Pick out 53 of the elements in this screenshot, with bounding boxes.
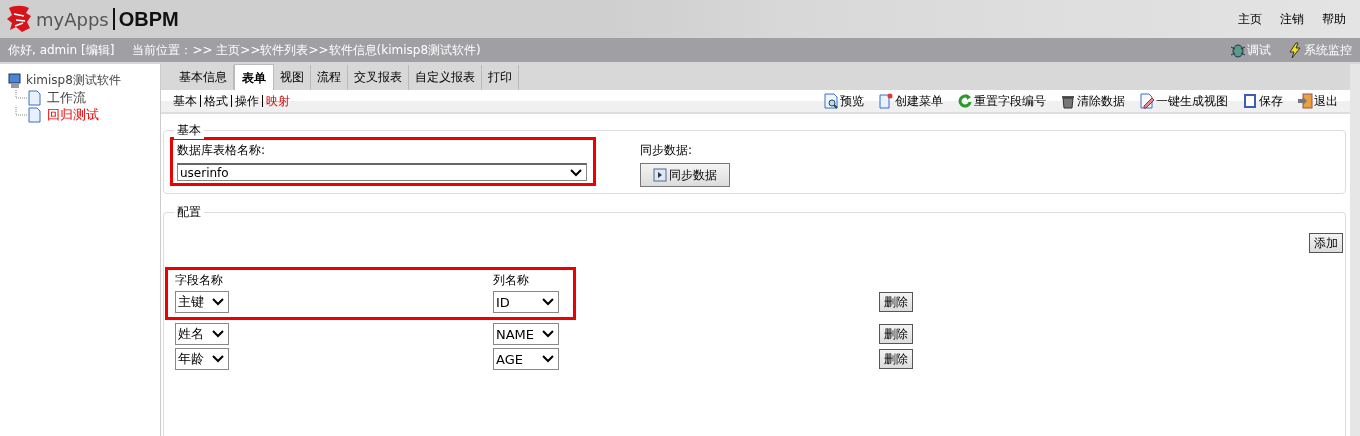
toolbar-button[interactable]: 预览 <box>823 92 864 110</box>
add-button[interactable]: 添加 <box>1309 233 1343 253</box>
delete-button[interactable]: 删除 <box>879 324 913 344</box>
sub-tab[interactable]: 映射 <box>263 95 293 107</box>
toolbar-button[interactable]: 退出 <box>1297 92 1338 110</box>
logo-icon <box>6 4 34 34</box>
product-name: OBPM <box>118 7 179 31</box>
lightning-icon <box>1287 42 1303 58</box>
header-link[interactable]: 主页 <box>1238 10 1262 28</box>
toolbar-button[interactable]: 清除数据 <box>1060 92 1125 110</box>
document-pencil-icon <box>1139 93 1155 109</box>
column-header: 列名称 <box>493 272 530 289</box>
delete-button[interactable]: 删除 <box>879 292 913 312</box>
greeting-text: 你好, admin [编辑] <box>8 41 115 59</box>
door-arrow-icon <box>1297 93 1313 109</box>
sync-button[interactable]: 同步数据 <box>640 163 730 187</box>
column-select[interactable]: ID <box>493 291 559 313</box>
toolbar-button[interactable]: 一键生成视图 <box>1139 92 1228 110</box>
table-select[interactable]: userinfo <box>177 163 587 181</box>
field-select[interactable]: 主键 <box>175 291 229 313</box>
header-link[interactable]: 注销 <box>1280 10 1304 28</box>
field-select[interactable]: 姓名 <box>175 323 229 345</box>
column-select[interactable]: AGE <box>493 348 559 370</box>
tree-item[interactable]: kimisp8测试软件 <box>26 72 121 89</box>
toolbar-button[interactable]: 保存 <box>1242 92 1283 110</box>
field-label: 数据库表格名称: <box>177 142 267 159</box>
circular-arrow-icon <box>957 93 973 109</box>
delete-button[interactable]: 删除 <box>879 349 913 369</box>
sub-tab[interactable]: 操作 <box>232 95 263 107</box>
toolbar-button[interactable]: 重置字段编号 <box>957 92 1046 110</box>
document-new-icon <box>878 93 894 109</box>
tab[interactable]: 表单 <box>234 64 274 90</box>
tree-item[interactable]: 工作流 <box>47 88 86 107</box>
tree-item[interactable]: 回归测试 <box>47 105 99 124</box>
computer-icon <box>8 72 22 89</box>
column-select[interactable]: NAME <box>493 323 559 345</box>
bug-icon <box>1230 42 1246 58</box>
field-select[interactable]: 年龄 <box>175 348 229 370</box>
logo-text: myApps <box>36 8 109 30</box>
toolbar-button[interactable]: 创建菜单 <box>878 92 943 110</box>
header-link[interactable]: 帮助 <box>1322 10 1346 28</box>
sync-icon <box>653 168 667 182</box>
tree-line-icon <box>12 106 42 123</box>
panel-legend: 基本 <box>174 122 204 139</box>
trash-icon <box>1060 93 1076 109</box>
sub-tab[interactable]: 格式 <box>201 95 232 107</box>
panel-legend: 配置 <box>174 204 204 221</box>
tree-line-icon <box>12 89 42 106</box>
field-label: 同步数据: <box>640 142 694 159</box>
document-magnifier-icon <box>823 93 839 109</box>
sub-tab[interactable]: 基本 <box>173 95 201 107</box>
breadcrumb: 当前位置：>> 主页>>软件列表>>软件信息(kimisp8测试软件) <box>132 41 481 59</box>
column-header: 字段名称 <box>175 272 224 289</box>
